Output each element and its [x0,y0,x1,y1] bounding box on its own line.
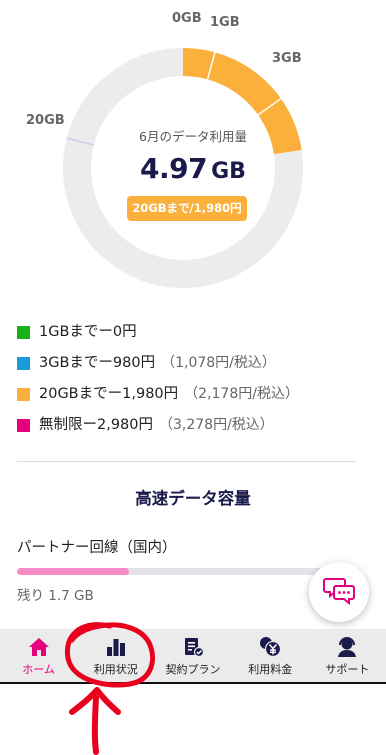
usage-value: 4.97 GB [93,152,293,185]
data-usage-donut: 0GB 1GB 3GB 20GB 6月のデータ利用量 4.97 GB 20GBまで… [0,0,386,300]
screen-bottom-edge [0,682,386,684]
legend-item: 1GBまでー0円 [17,321,367,352]
remaining-capacity-bar [17,568,347,575]
remaining-capacity-text: 残り 1.7 GB [17,588,94,604]
support-agent-icon [338,637,357,657]
app-screen: 0GB 1GB 3GB 20GB 6月のデータ利用量 4.97 GB 20GBまで… [0,0,386,684]
contract-plan-icon [185,638,205,658]
high-speed-capacity-title: 高速データ容量 [135,489,251,508]
home-icon [28,638,49,656]
nav-contract-plan-label: 契約プラン [165,663,221,676]
yen-fee-icon [260,637,282,658]
usage-month-title: 6月のデータ利用量 [139,129,247,144]
legend-tax-note: （3,278円/税込） [159,417,274,433]
nav-support-label: サポート [325,663,370,676]
tick-3gb: 3GB [272,51,302,66]
price-legend: 1GBまでー0円 3GBまでー980円 （1,078円/税込） 20GBまでー1… [17,321,367,445]
annotation-arrow [69,687,121,755]
legend-swatch-green [17,326,30,339]
chat-support-button[interactable] [309,562,369,622]
nav-usage[interactable]: 利用状況 [77,629,154,682]
legend-label: 3GBまでー980円 [39,355,156,371]
nav-fees[interactable]: 利用料金 [232,629,309,682]
nav-fees-label: 利用料金 [248,663,293,676]
partner-line-label: パートナー回線（国内） [17,540,177,556]
bottom-navigation: ホーム 利用状況 契約プラン 利用料金 サポート [0,629,386,682]
legend-tax-note: （2,178円/税込） [184,386,299,402]
legend-item: 無制限ー2,980円 （3,278円/税込） [17,414,367,445]
tick-0gb: 0GB [172,11,202,26]
legend-swatch-blue [17,357,30,370]
current-plan-badge: 20GBまで/1,980円 [127,196,247,221]
legend-label: 1GBまでー0円 [39,324,137,340]
section-divider [17,461,356,462]
usage-amount: 4.97 [140,152,208,185]
usage-chart-icon [106,639,125,656]
donut-chart [63,48,303,288]
remaining-capacity-fill [17,568,130,575]
legend-item: 3GBまでー980円 （1,078円/税込） [17,352,367,383]
tick-1gb: 1GB [210,15,240,30]
legend-swatch-pink [17,419,30,432]
legend-swatch-orange [17,388,30,401]
tick-20gb: 20GB [26,113,65,128]
nav-usage-label: 利用状況 [93,663,138,676]
nav-home-label: ホーム [22,663,55,676]
chat-icon [323,578,355,606]
legend-label: 無制限ー2,980円 [39,417,154,433]
legend-tax-note: （1,078円/税込） [161,355,276,371]
usage-unit: GB [211,159,246,184]
legend-label: 20GBまでー1,980円 [39,386,179,402]
nav-support[interactable]: サポート [309,629,386,682]
nav-home[interactable]: ホーム [0,629,77,682]
legend-item: 20GBまでー1,980円 （2,178円/税込） [17,383,367,414]
nav-contract-plan[interactable]: 契約プラン [154,629,231,682]
